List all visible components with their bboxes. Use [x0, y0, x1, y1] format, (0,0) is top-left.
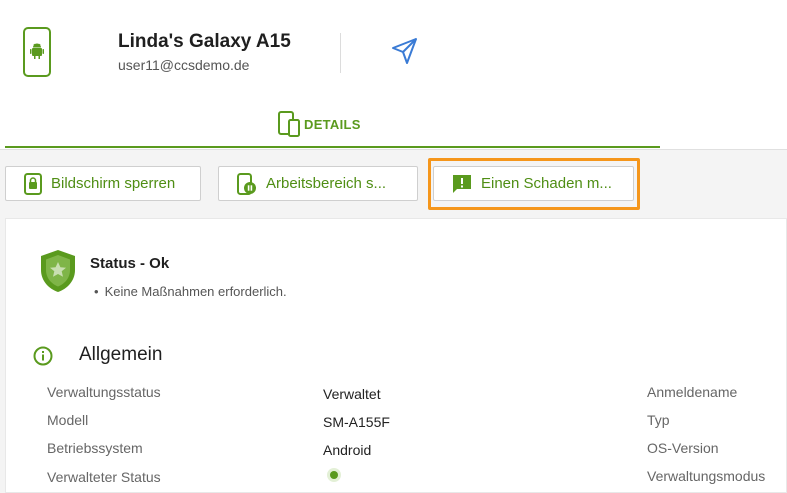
device-header: Linda's Galaxy A15 user11@ccsdemo.de — [0, 0, 787, 98]
label-managed-status: Verwalteter Status — [47, 469, 161, 485]
managed-status-indicator — [327, 468, 341, 482]
status-note-text: Keine Maßnahmen erforderlich. — [104, 284, 287, 299]
lock-phone-icon — [24, 172, 42, 195]
label-type: Typ — [647, 412, 670, 428]
pause-phone-icon — [237, 172, 256, 195]
device-email: user11@ccsdemo.de — [118, 57, 250, 73]
label-login-name: Anmeldename — [647, 384, 738, 400]
send-icon[interactable] — [390, 36, 420, 71]
label-model: Modell — [47, 412, 89, 428]
info-icon — [33, 346, 53, 371]
device-name: Linda's Galaxy A15 — [118, 31, 291, 52]
section-title-general: Allgemein — [79, 344, 163, 365]
tab-bar: DETAILS — [0, 98, 787, 150]
tab-details[interactable]: DETAILS — [278, 111, 361, 137]
android-phone-icon — [23, 27, 51, 77]
workspace-button[interactable]: Arbeitsbereich s... — [218, 166, 418, 201]
value-model: SM-A155F — [323, 414, 390, 430]
label-management-status: Verwaltungsstatus — [47, 384, 161, 400]
label-os-version: OS-Version — [647, 440, 719, 456]
shield-icon — [38, 248, 78, 299]
report-message-icon — [453, 174, 471, 193]
label-os: Betriebssystem — [47, 440, 143, 456]
active-tab-underline — [5, 146, 660, 148]
status-note: • Keine Maßnahmen erforderlich. — [94, 284, 287, 299]
value-os: Android — [323, 442, 372, 458]
label-management-mode: Verwaltungsmodus — [647, 468, 766, 484]
workspace-label: Arbeitsbereich s... — [266, 175, 387, 192]
action-bar: Bildschirm sperren Arbeitsbereich s... E… — [0, 150, 787, 208]
status-title: Status - Ok — [90, 255, 170, 272]
tab-details-label: DETAILS — [304, 116, 361, 132]
report-damage-button[interactable]: Einen Schaden m... — [433, 166, 634, 201]
devices-icon — [278, 111, 300, 137]
bullet: • — [94, 284, 99, 299]
header-divider — [340, 33, 341, 73]
lock-screen-button[interactable]: Bildschirm sperren — [5, 166, 201, 201]
lock-screen-label: Bildschirm sperren — [51, 175, 176, 192]
report-damage-label: Einen Schaden m... — [481, 175, 612, 192]
value-management-status: Verwaltet — [323, 386, 381, 402]
